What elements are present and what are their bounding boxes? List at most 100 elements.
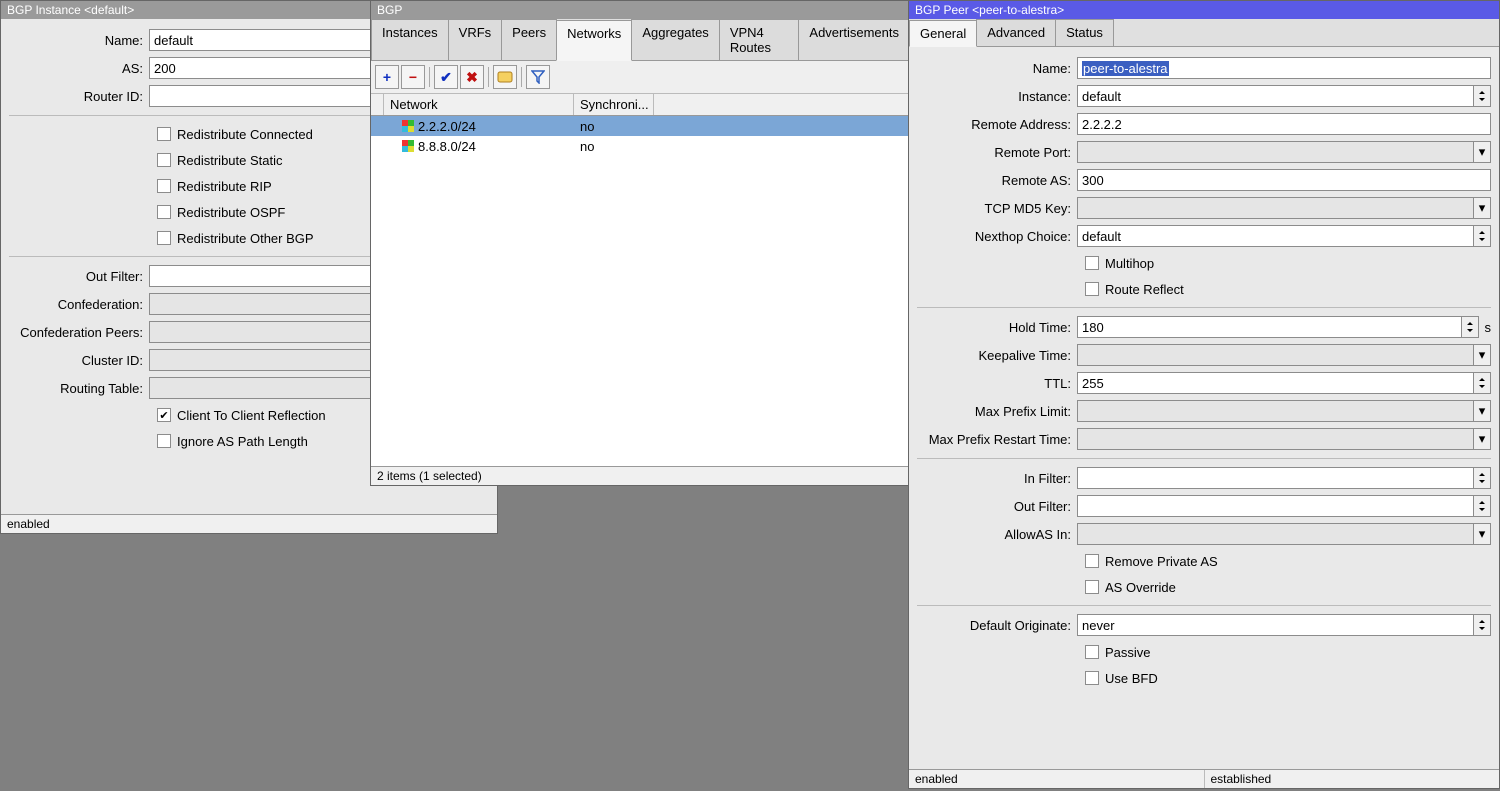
label-redist-static: Redistribute Static <box>177 153 283 168</box>
label-max-prefix-rt: Max Prefix Restart Time: <box>917 432 1077 447</box>
input-hold[interactable]: 180 <box>1077 316 1461 338</box>
input-out-filter2[interactable] <box>1077 495 1473 517</box>
label-routing-table: Routing Table: <box>9 381 149 396</box>
table-row[interactable]: 8.8.8.0/24 no <box>371 136 909 156</box>
peer-tab-status[interactable]: Status <box>1055 19 1114 46</box>
label-confed: Confederation: <box>9 297 149 312</box>
checkbox-redist-rip[interactable] <box>157 179 171 193</box>
dropdown-max-prefix-rt[interactable]: ▾ <box>1473 428 1491 450</box>
label-remote-as: Remote AS: <box>917 173 1077 188</box>
remove-button[interactable]: − <box>401 65 425 89</box>
dropdown-allowas[interactable]: ▾ <box>1473 523 1491 545</box>
label-redist-ospf: Redistribute OSPF <box>177 205 285 220</box>
label-hold: Hold Time: <box>917 320 1077 335</box>
input-default-orig[interactable]: never <box>1077 614 1473 636</box>
checkbox-remove-private[interactable] <box>1085 554 1099 568</box>
checkbox-route-reflect[interactable] <box>1085 282 1099 296</box>
checkbox-redist-connected[interactable] <box>157 127 171 141</box>
label-as: AS: <box>9 61 149 76</box>
col-sync[interactable]: Synchroni... <box>574 94 654 115</box>
label-default-orig: Default Originate: <box>917 618 1077 633</box>
table-row[interactable]: 2.2.2.0/24 no <box>371 116 909 136</box>
dropdown-max-prefix[interactable]: ▾ <box>1473 400 1491 422</box>
checkbox-ignore-as-path[interactable] <box>157 434 171 448</box>
enable-button[interactable]: ✔ <box>434 65 458 89</box>
checkbox-as-override[interactable] <box>1085 580 1099 594</box>
dropdown-remote-port[interactable]: ▾ <box>1473 141 1491 163</box>
label-instance: Instance: <box>917 89 1077 104</box>
dropdown-nexthop[interactable] <box>1473 225 1491 247</box>
checkbox-use-bfd[interactable] <box>1085 671 1099 685</box>
input-max-prefix[interactable] <box>1077 400 1473 422</box>
window-title-bgp-peer: BGP Peer <peer-to-alestra> <box>909 1 1499 19</box>
label-out-filter2: Out Filter: <box>917 499 1077 514</box>
label-cluster-id: Cluster ID: <box>9 353 149 368</box>
suffix-hold: s <box>1485 320 1492 335</box>
input-peer-name[interactable]: peer-to-alestra <box>1077 57 1491 79</box>
tab-advertisements[interactable]: Advertisements <box>798 19 909 60</box>
dropdown-instance[interactable] <box>1473 85 1491 107</box>
label-redist-rip: Redistribute RIP <box>177 179 272 194</box>
cell-sync: no <box>574 119 654 134</box>
network-grid[interactable]: 2.2.2.0/24 no 8.8.8.0/24 no <box>371 116 909 466</box>
input-ttl[interactable]: 255 <box>1077 372 1473 394</box>
label-route-reflect: Route Reflect <box>1105 282 1184 297</box>
dropdown-default-orig[interactable] <box>1473 614 1491 636</box>
cell-network: 8.8.8.0/24 <box>418 139 476 154</box>
tab-instances[interactable]: Instances <box>371 19 449 60</box>
label-remove-private: Remove Private AS <box>1105 554 1218 569</box>
input-remote-addr[interactable]: 2.2.2.2 <box>1077 113 1491 135</box>
input-nexthop[interactable]: default <box>1077 225 1473 247</box>
add-button[interactable]: + <box>375 65 399 89</box>
label-ttl: TTL: <box>917 376 1077 391</box>
cell-network: 2.2.2.0/24 <box>418 119 476 134</box>
bgp-tabs: InstancesVRFsPeersNetworksAggregatesVPN4… <box>371 19 909 61</box>
col-network[interactable]: Network <box>384 94 574 115</box>
network-icon <box>402 140 414 152</box>
network-icon <box>402 120 414 132</box>
dropdown-in-filter[interactable] <box>1473 467 1491 489</box>
label-passive: Passive <box>1105 645 1151 660</box>
checkbox-redist-other[interactable] <box>157 231 171 245</box>
status-bgp-instance: enabled <box>1 515 56 533</box>
status-peer-enabled: enabled <box>909 770 1205 788</box>
peer-tab-general[interactable]: General <box>909 20 977 47</box>
tab-vpn4-routes[interactable]: VPN4 Routes <box>719 19 800 60</box>
dropdown-hold[interactable] <box>1461 316 1479 338</box>
input-remote-as[interactable]: 300 <box>1077 169 1491 191</box>
label-remote-addr: Remote Address: <box>917 117 1077 132</box>
input-in-filter[interactable] <box>1077 467 1473 489</box>
checkbox-passive[interactable] <box>1085 645 1099 659</box>
label-multihop: Multihop <box>1105 256 1154 271</box>
input-keepalive[interactable] <box>1077 344 1473 366</box>
disable-button[interactable]: ✖ <box>460 65 484 89</box>
tab-vrfs[interactable]: VRFs <box>448 19 503 60</box>
label-redist-connected: Redistribute Connected <box>177 127 313 142</box>
input-max-prefix-rt[interactable] <box>1077 428 1473 450</box>
label-confed-peers: Confederation Peers: <box>9 325 149 340</box>
cell-sync: no <box>574 139 654 154</box>
tab-networks[interactable]: Networks <box>556 20 632 61</box>
peer-tab-advanced[interactable]: Advanced <box>976 19 1056 46</box>
checkbox-redist-ospf[interactable] <box>157 205 171 219</box>
dropdown-out-filter2[interactable] <box>1473 495 1491 517</box>
checkbox-client-reflection[interactable]: ✔ <box>157 408 171 422</box>
checkbox-multihop[interactable] <box>1085 256 1099 270</box>
dropdown-keepalive[interactable]: ▾ <box>1473 344 1491 366</box>
dropdown-tcp-md5[interactable]: ▾ <box>1473 197 1491 219</box>
tab-peers[interactable]: Peers <box>501 19 557 60</box>
checkbox-redist-static[interactable] <box>157 153 171 167</box>
peer-tabs: GeneralAdvancedStatus <box>909 19 1499 47</box>
dropdown-ttl[interactable] <box>1473 372 1491 394</box>
filter-button[interactable] <box>526 65 550 89</box>
label-use-bfd: Use BFD <box>1105 671 1158 686</box>
label-tcp-md5: TCP MD5 Key: <box>917 201 1077 216</box>
tab-aggregates[interactable]: Aggregates <box>631 19 720 60</box>
input-instance[interactable]: default <box>1077 85 1473 107</box>
comment-button[interactable] <box>493 65 517 89</box>
input-remote-port[interactable] <box>1077 141 1473 163</box>
input-tcp-md5[interactable] <box>1077 197 1473 219</box>
label-nexthop: Nexthop Choice: <box>917 229 1077 244</box>
input-allowas[interactable] <box>1077 523 1473 545</box>
status-peer-established: established <box>1205 770 1500 788</box>
